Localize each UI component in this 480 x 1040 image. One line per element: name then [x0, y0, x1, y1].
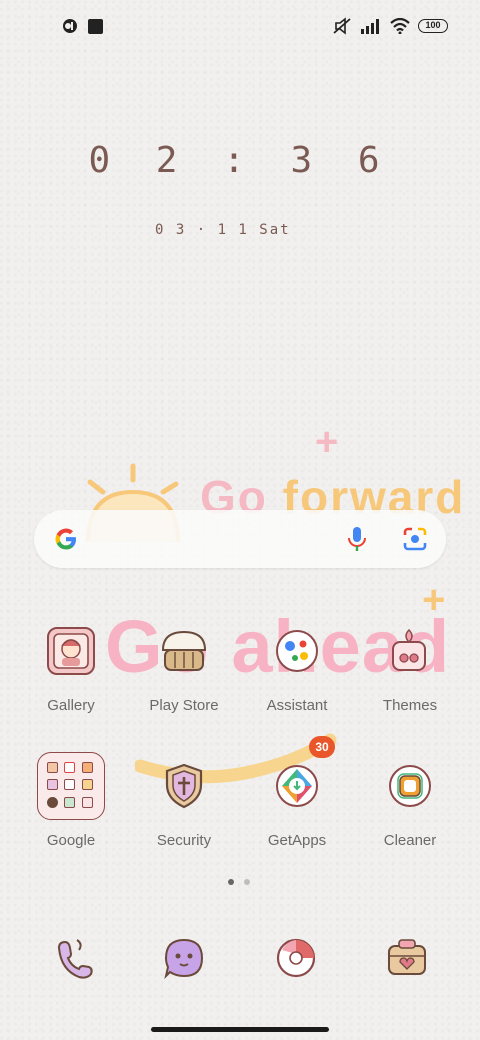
phone-icon[interactable]: [18, 930, 128, 986]
app-label: Cleaner: [383, 832, 437, 849]
app-themes[interactable]: Themes: [355, 613, 465, 714]
app-cleaner[interactable]: Cleaner: [355, 748, 465, 849]
google-logo-icon: [55, 528, 76, 550]
folder-app-icon: [47, 796, 58, 808]
battery-icon: 100: [418, 19, 448, 33]
gallery-icon[interactable]: [33, 613, 109, 689]
app-gallery[interactable]: Gallery: [16, 613, 126, 714]
themes-icon[interactable]: [372, 613, 448, 689]
lockscreen-clock: 0 2 : 3 6: [88, 140, 392, 181]
status-bar-left: [62, 18, 103, 34]
page-dot-active[interactable]: [228, 879, 234, 885]
folder-app-icon: [81, 762, 93, 773]
folder-app-icon: [64, 762, 76, 773]
camera-icon[interactable]: [352, 930, 462, 986]
page-dot[interactable]: [244, 879, 250, 885]
folder-app-icon: [64, 779, 76, 791]
security-icon[interactable]: [146, 748, 222, 824]
wifi-icon: [390, 18, 410, 34]
app-label: Themes: [382, 697, 438, 714]
getapps-icon[interactable]: 30: [259, 736, 335, 824]
google-search-bar[interactable]: [34, 510, 446, 568]
app-label: GetApps: [267, 832, 327, 849]
app-label: Google: [46, 832, 96, 849]
play-store-icon[interactable]: [146, 613, 222, 689]
app-play-store[interactable]: Play Store: [129, 613, 239, 714]
notification-badge: 30: [309, 736, 335, 758]
page-indicator[interactable]: [228, 879, 250, 885]
cleaner-icon[interactable]: [372, 748, 448, 824]
google-folder-icon[interactable]: [33, 748, 109, 824]
microphone-icon[interactable]: [346, 525, 368, 553]
folder-app-icon: [47, 762, 58, 773]
app-label: Assistant: [266, 697, 328, 714]
folder-app-icon: [81, 796, 93, 808]
app-google-folder[interactable]: Google: [16, 748, 126, 849]
lockscreen-date: 0 3 · 1 1 Sat: [155, 222, 291, 238]
signal-icon: [361, 19, 379, 34]
browser-icon[interactable]: [241, 930, 351, 986]
app-security[interactable]: Security: [129, 748, 239, 849]
app-assistant[interactable]: Assistant: [242, 613, 352, 714]
notification-icon: [63, 19, 77, 33]
folder-app-icon: [64, 796, 76, 808]
app-label: Gallery: [47, 697, 95, 714]
dock: [18, 930, 462, 986]
status-bar-right: 100: [332, 17, 448, 35]
mute-icon: [333, 17, 351, 35]
app-label: Security: [156, 832, 212, 849]
folder-grid: [37, 752, 105, 820]
gesture-home-bar[interactable]: [151, 1027, 329, 1032]
app-label: Play Store: [149, 697, 219, 714]
messages-icon[interactable]: [129, 930, 239, 986]
folder-app-icon: [81, 779, 93, 791]
lens-camera-icon[interactable]: [402, 526, 428, 552]
folder-app-icon: [47, 779, 58, 791]
square-app-icon: [88, 18, 103, 34]
assistant-icon[interactable]: [259, 613, 335, 689]
app-getapps[interactable]: 30 GetApps: [242, 736, 352, 849]
plus-decoration-icon: +: [315, 420, 339, 464]
